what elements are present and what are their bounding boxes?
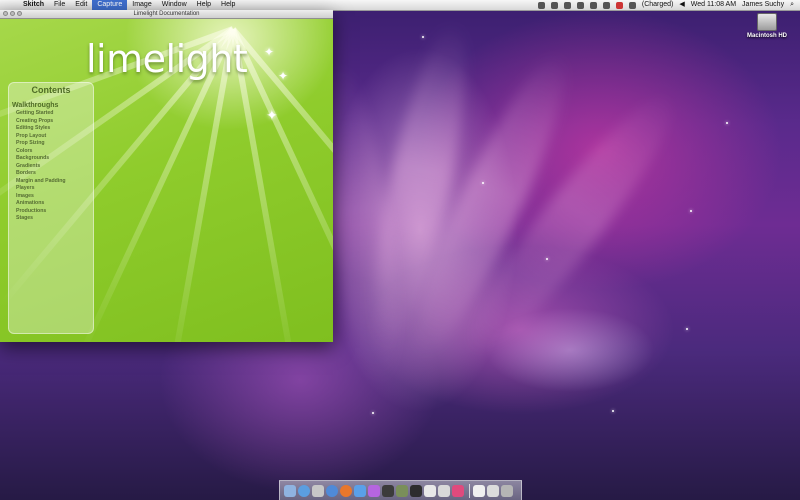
terminal-icon[interactable] (382, 484, 394, 497)
nav-item-players[interactable]: Players (16, 185, 93, 193)
hard-drive-icon (757, 13, 777, 31)
spotlight-icon[interactable]: ⌕ (790, 0, 794, 10)
status-icon[interactable] (589, 1, 597, 9)
limelight-window: Limelight Documentation limelight ✦ ✦ ✦ … (0, 10, 333, 342)
drive-label: Macintosh HD (746, 33, 787, 39)
itunes-icon[interactable] (368, 484, 380, 497)
ichat-icon[interactable] (354, 484, 366, 497)
sparkle-icon: ✦ (266, 107, 278, 123)
photo-icon[interactable] (396, 484, 408, 497)
zoom-button[interactable] (17, 11, 22, 16)
star (482, 182, 484, 184)
firefox-icon[interactable] (340, 484, 352, 497)
wifi-icon[interactable] (602, 1, 610, 9)
menu-edit[interactable]: Edit (70, 0, 92, 10)
downloads-icon[interactable] (487, 484, 499, 497)
sparkle-icon: ✦ (264, 45, 275, 59)
dock (279, 480, 522, 500)
volume-icon[interactable]: ◀ (679, 0, 684, 10)
battery-status[interactable]: (Charged) (642, 0, 674, 10)
terminal2-icon[interactable] (410, 484, 422, 497)
status-menus: (Charged) ◀ Wed 11:08 AM James Suchy ⌕ (532, 0, 800, 10)
star (686, 328, 688, 330)
menu-file[interactable]: File (49, 0, 70, 10)
nav-item-editing-styles[interactable]: Editing Styles (16, 125, 93, 133)
nav-item-getting-started[interactable]: Getting Started (16, 110, 93, 118)
star (612, 410, 614, 412)
nav-list: Getting Started Creating Props Editing S… (9, 110, 93, 223)
menu-app-name[interactable]: Skitch (18, 0, 49, 10)
nav-item-backgrounds[interactable]: Backgrounds (16, 155, 93, 163)
nav-item-creating-props[interactable]: Creating Props (16, 118, 93, 126)
star (372, 412, 374, 414)
star (726, 122, 728, 124)
close-button[interactable] (3, 11, 8, 16)
window-controls (3, 11, 24, 16)
nav-item-margin-padding[interactable]: Margin and Padding (16, 178, 93, 186)
menu-image[interactable]: Image (127, 0, 156, 10)
flag-icon[interactable] (615, 1, 623, 9)
clock[interactable]: Wed 11:08 AM (691, 0, 736, 10)
status-icon[interactable] (537, 1, 545, 9)
menu-window[interactable]: Window (157, 0, 192, 10)
nav-item-gradients[interactable]: Gradients (16, 163, 93, 171)
status-icon[interactable] (550, 1, 558, 9)
nav-item-prop-sizing[interactable]: Prop Sizing (16, 140, 93, 148)
window-titlebar[interactable]: Limelight Documentation (0, 10, 333, 19)
nav-item-animations[interactable]: Animations (16, 200, 93, 208)
window-content: limelight ✦ ✦ ✦ Contents Walkthroughs Ge… (0, 19, 333, 342)
status-icon[interactable] (563, 1, 571, 9)
sparkle-icon: ✦ (278, 69, 289, 83)
dock-separator (469, 483, 470, 498)
macintosh-hd[interactable]: Macintosh HD (742, 13, 792, 39)
window-title: Limelight Documentation (133, 11, 200, 17)
documents-icon[interactable] (473, 484, 485, 497)
preview-icon[interactable] (312, 484, 324, 497)
textedit-icon[interactable] (424, 484, 436, 497)
heart-icon[interactable] (452, 484, 464, 497)
status-icon[interactable] (576, 1, 584, 9)
nav-item-stages[interactable]: Stages (16, 215, 93, 223)
nav-item-borders[interactable]: Borders (16, 170, 93, 178)
battery-icon[interactable] (628, 1, 636, 9)
section-title[interactable]: Walkthroughs (12, 102, 93, 109)
menu-capture[interactable]: Capture (92, 0, 128, 10)
nav-item-images[interactable]: Images (16, 193, 93, 201)
minimize-button[interactable] (10, 11, 15, 16)
limelight-logo: limelight (86, 37, 248, 81)
skitch-icon[interactable] (438, 484, 450, 497)
nav-item-colors[interactable]: Colors (16, 148, 93, 156)
contents-panel: Contents Walkthroughs Getting Started Cr… (8, 82, 94, 334)
star (546, 258, 548, 260)
nav-item-prop-layout[interactable]: Prop Layout (16, 133, 93, 141)
star (690, 210, 692, 212)
user-name[interactable]: James Suchy (742, 0, 784, 10)
trash-icon[interactable] (501, 484, 513, 497)
safari-icon[interactable] (326, 484, 338, 497)
menu-help-2[interactable]: Help (216, 0, 240, 10)
nav-item-productions[interactable]: Productions (16, 208, 93, 216)
contents-title: Contents (31, 85, 71, 95)
menu-help[interactable]: Help (192, 0, 216, 10)
finder-icon[interactable] (284, 484, 296, 497)
mail-icon[interactable] (298, 484, 310, 497)
star (422, 36, 424, 38)
